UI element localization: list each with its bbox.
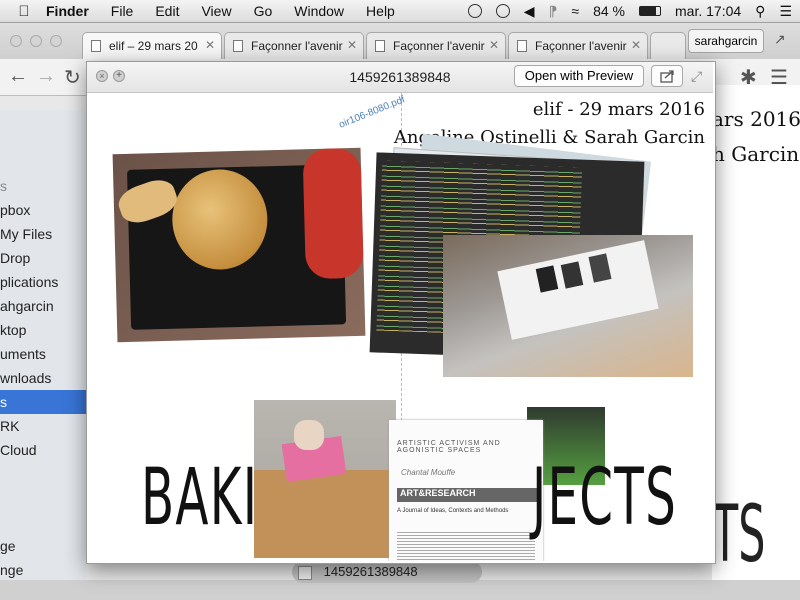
- sidebar-item-airdrop[interactable]: Drop: [0, 250, 30, 266]
- close-tab-icon[interactable]: ✕: [347, 38, 357, 52]
- menu-help[interactable]: Help: [366, 3, 395, 19]
- background-big-text: TS: [712, 490, 766, 580]
- big-title-right: JECTS: [532, 453, 678, 543]
- menu-edit[interactable]: Edit: [155, 3, 179, 19]
- download-item[interactable]: 1459261389848: [292, 561, 482, 583]
- menu-view[interactable]: View: [201, 3, 231, 19]
- download-bar: [0, 580, 800, 600]
- app-menu[interactable]: Finder: [46, 3, 89, 19]
- page-icon: [233, 40, 243, 52]
- tab-faconner-2[interactable]: Façonner l'avenir ✕: [366, 32, 506, 59]
- sidebar-item-all-my-files[interactable]: My Files: [0, 226, 52, 242]
- profile-button[interactable]: sarahgarcin: [688, 29, 764, 53]
- article-page: ARTISTIC ACTIVISM AND AGONISTIC SPACES C…: [389, 420, 543, 561]
- notification-center-icon[interactable]: ☰: [779, 3, 792, 20]
- share-button[interactable]: [651, 65, 683, 87]
- wifi-icon[interactable]: ≈: [571, 3, 579, 19]
- close-tab-icon[interactable]: ✕: [205, 38, 215, 52]
- page-icon: [375, 40, 385, 52]
- file-link: oir106-8080.pdf: [337, 94, 407, 131]
- fullscreen-icon[interactable]: ↗: [774, 31, 786, 48]
- tab-faconner-1[interactable]: Façonner l'avenir ✕: [224, 32, 364, 59]
- sidebar-item-documents[interactable]: uments: [0, 346, 46, 362]
- forward-icon[interactable]: →: [36, 65, 56, 88]
- menu-file[interactable]: File: [111, 3, 134, 19]
- bluetooth-icon[interactable]: ⁋: [548, 3, 557, 20]
- reload-icon[interactable]: ↻: [64, 65, 81, 90]
- tab-strip: elif – 29 mars 20 ✕ Façonner l'avenir ✕ …: [0, 23, 800, 59]
- bread-photo: [112, 147, 366, 343]
- menu-go[interactable]: Go: [254, 3, 273, 19]
- sidebar-item-tag-1[interactable]: ge: [0, 538, 16, 554]
- share-icon: [660, 70, 674, 83]
- sidebar-item-desktop[interactable]: ktop: [0, 322, 26, 338]
- open-with-preview-button[interactable]: Open with Preview: [514, 65, 644, 87]
- quicklook-panel: × + 1459261389848 Open with Preview ⤢ oi…: [86, 61, 716, 564]
- battery-label[interactable]: 84 %: [593, 3, 625, 19]
- tab-label: Façonner l'avenir: [251, 39, 343, 53]
- minimize-window-button[interactable]: [30, 35, 42, 47]
- sidebar-item-selected[interactable]: s: [0, 390, 86, 414]
- status-app-icon[interactable]: [467, 4, 482, 18]
- background-subtitle: h Garcin: [712, 142, 800, 166]
- journal-subtitle: A Journal of Ideas, Contexts and Methods: [397, 508, 509, 514]
- quicklook-titlebar: × + 1459261389848 Open with Preview ⤢: [87, 62, 713, 93]
- big-title-left: BAKI: [141, 453, 259, 543]
- battery-icon[interactable]: [639, 6, 662, 16]
- clock[interactable]: mar. 17:04: [675, 3, 741, 19]
- background-title: ars 2016: [712, 107, 800, 131]
- menu-bar:  Finder File Edit View Go Window Help ◀…: [0, 0, 800, 23]
- tab-faconner-3[interactable]: Façonner l'avenir ✕: [508, 32, 648, 59]
- exhibition-photo: [443, 235, 693, 377]
- expand-icon[interactable]: ⤢: [691, 68, 702, 85]
- new-tab-button[interactable]: [650, 32, 686, 59]
- sidebar-item-tag-2[interactable]: nge: [0, 562, 23, 578]
- close-window-button[interactable]: [10, 35, 22, 47]
- download-filename: 1459261389848: [323, 564, 418, 579]
- sidebar-item-work[interactable]: RK: [0, 418, 19, 434]
- sidebar-section: s: [0, 178, 7, 194]
- back-icon[interactable]: ←: [8, 65, 28, 88]
- tab-elif[interactable]: elif – 29 mars 20 ✕: [82, 32, 222, 59]
- page-icon: [91, 40, 101, 52]
- finder-sidebar: s pbox My Files Drop plications ahgarcin…: [0, 110, 86, 580]
- journal-name: ART&RESEARCH: [397, 488, 538, 502]
- apple-menu-icon[interactable]: : [16, 3, 32, 20]
- document-title: elif - 29 mars 2016: [532, 99, 705, 120]
- close-tab-icon[interactable]: ✕: [631, 38, 641, 52]
- volume-icon[interactable]: ◀: [524, 3, 535, 20]
- sidebar-item-downloads[interactable]: wnloads: [0, 370, 51, 386]
- tab-label: Façonner l'avenir: [535, 39, 627, 53]
- zoom-window-button[interactable]: [50, 35, 62, 47]
- sidebar-item-dropbox[interactable]: pbox: [0, 202, 30, 218]
- tab-label: elif – 29 mars 20: [109, 39, 198, 53]
- article-text: [397, 530, 535, 561]
- sidebar-item-applications[interactable]: plications: [0, 274, 58, 290]
- time-machine-icon[interactable]: [495, 4, 510, 18]
- spotlight-icon[interactable]: ⚲: [755, 3, 765, 20]
- article-heading: ARTISTIC ACTIVISM AND AGONISTIC SPACES: [397, 440, 501, 454]
- pdf-preview: oir106-8080.pdf elif - 29 mars 2016 Ange…: [87, 93, 713, 561]
- page-icon: [517, 40, 527, 52]
- tab-label: Façonner l'avenir: [393, 39, 485, 53]
- menu-window[interactable]: Window: [294, 3, 344, 19]
- workshop-photo: [254, 400, 396, 558]
- sidebar-item-home[interactable]: ahgarcin: [0, 298, 54, 314]
- article-author: Chantal Mouffe: [401, 468, 456, 477]
- close-tab-icon[interactable]: ✕: [489, 38, 499, 52]
- sidebar-item-icloud[interactable]: Cloud: [0, 442, 37, 458]
- pdf-file-icon: [298, 565, 312, 580]
